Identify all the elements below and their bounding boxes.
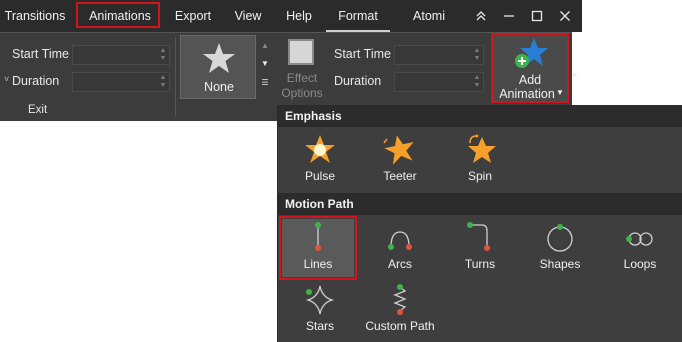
maximize-icon[interactable] (523, 0, 551, 32)
motion-path-section-header: Motion Path (278, 193, 682, 215)
stars-path-icon (305, 285, 335, 315)
tab-format[interactable]: Format (326, 0, 390, 32)
loops-label: Loops (623, 257, 657, 271)
duration-chevron-icon[interactable]: ˅ (4, 74, 9, 84)
custom-path-label: Custom Path (365, 319, 435, 333)
start-time-field[interactable]: ▲ ▼ (72, 45, 170, 65)
tab-transitions[interactable]: Transitions (0, 0, 70, 32)
tab-view[interactable]: View (226, 0, 270, 32)
motion-path-custom-path[interactable]: Custom Path (362, 281, 438, 337)
tab-export[interactable]: Export (166, 0, 220, 32)
animation-gallery-none[interactable]: None (180, 35, 256, 99)
add-animation-menu: Emphasis Pulse Teeter Spin Motion Path L… (277, 105, 682, 342)
motion-path-stars[interactable]: Stars (282, 281, 358, 337)
start-time-2-spinner-icon[interactable]: ▲ ▼ (473, 47, 481, 63)
group-divider (175, 37, 176, 117)
custom-path-icon (393, 284, 407, 315)
effect-options-icon (288, 39, 314, 65)
gallery-up-icon[interactable]: ▲ (259, 37, 271, 55)
emphasis-teeter[interactable]: Teeter (362, 131, 438, 187)
stars-label: Stars (305, 319, 334, 333)
motion-path-shapes[interactable]: Shapes (522, 219, 598, 275)
effect-options-label-line2: Options (281, 86, 323, 100)
motion-path-loops[interactable]: Loops (602, 219, 678, 275)
collapse-ribbon-icon[interactable] (467, 0, 495, 32)
gallery-down-icon[interactable]: ▼ (259, 55, 271, 73)
teeter-star-icon (383, 135, 414, 165)
emphasis-section-header: Emphasis (278, 105, 682, 127)
arcs-path-icon (388, 231, 412, 250)
shapes-path-icon (547, 224, 573, 252)
star-none-icon (203, 43, 235, 73)
duration-label-2: Duration (334, 74, 382, 88)
spin-star-icon (468, 134, 496, 163)
emphasis-pulse[interactable]: Pulse (282, 131, 358, 187)
duration-field-2[interactable]: ▲ ▼ (394, 72, 484, 92)
minimize-icon[interactable] (495, 0, 523, 32)
tab-help[interactable]: Help (278, 0, 320, 32)
teeter-label: Teeter (383, 169, 417, 183)
effect-options-label-line1: Effect (286, 71, 318, 85)
shapes-label: Shapes (539, 257, 581, 271)
exit-group-label: Exit (28, 104, 48, 116)
close-icon[interactable] (551, 0, 579, 32)
turns-label: Turns (464, 257, 496, 271)
animation-gallery-label: None (204, 80, 234, 94)
highlight-lines (279, 216, 357, 280)
duration-label: Duration (12, 74, 60, 88)
start-time-label: Start Time (12, 47, 69, 61)
highlight-add-animation (491, 33, 569, 103)
motion-path-arcs[interactable]: Arcs (362, 219, 438, 275)
tab-atomi[interactable]: Atomi (402, 0, 456, 32)
start-time-label-2: Start Time (334, 47, 391, 61)
duration-2-spinner-icon[interactable]: ▲ ▼ (473, 74, 481, 90)
gallery-scroll[interactable]: ▲ ▼ ☰ (259, 37, 271, 99)
duration-field[interactable]: ▲ ▼ (72, 72, 170, 92)
ribbon-tab-bar: Transitions Animations Export View Help … (0, 0, 582, 32)
gallery-more-icon[interactable]: ☰ (259, 73, 271, 93)
emphasis-spin[interactable]: Spin (442, 131, 518, 187)
pulse-star-icon (305, 135, 335, 163)
duration-spinner-icon[interactable]: ▲ ▼ (159, 74, 167, 90)
loops-path-icon (626, 232, 653, 246)
turns-path-icon (467, 222, 490, 251)
spin-label: Spin (467, 169, 493, 183)
start-time-field-2[interactable]: ▲ ▼ (394, 45, 484, 65)
ribbon-scroll-right-icon[interactable]: ▸ (573, 69, 578, 80)
start-time-spinner-icon[interactable]: ▲ ▼ (159, 47, 167, 63)
effect-options-button[interactable]: Effect Options (276, 35, 328, 105)
pulse-label: Pulse (304, 169, 336, 183)
motion-path-turns[interactable]: Turns (442, 219, 518, 275)
arcs-label: Arcs (388, 257, 412, 271)
highlight-animations-tab (76, 2, 160, 28)
